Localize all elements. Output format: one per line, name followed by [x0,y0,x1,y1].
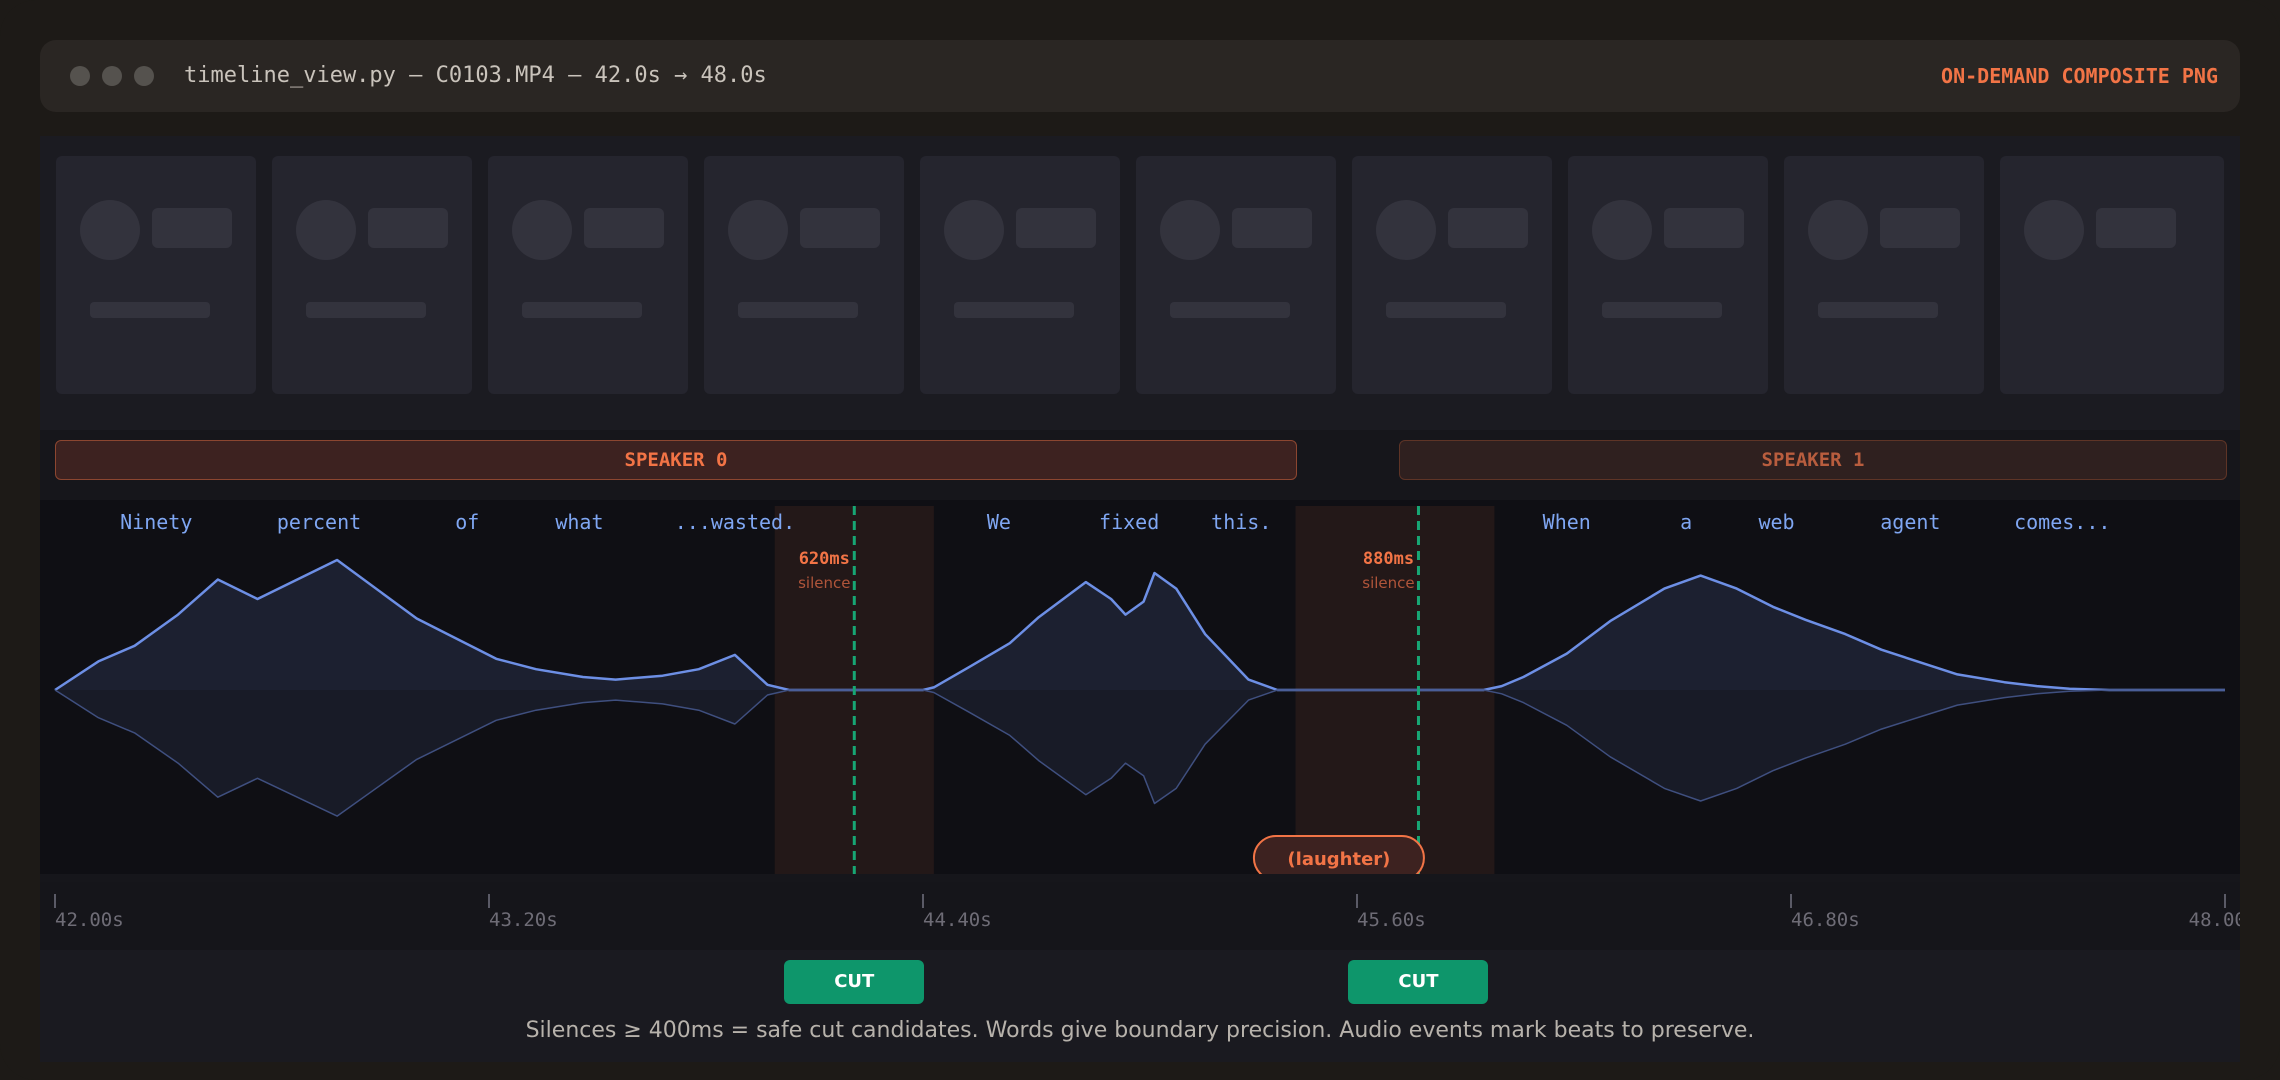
thumbnail-line-placeholder [1602,302,1722,318]
ruler-tick-label: 42.00s [55,909,124,931]
speaker-0-track[interactable]: SPEAKER 0 [55,440,1297,480]
frame-thumbnail[interactable] [920,156,1120,394]
ruler-tick-label: 43.20s [489,909,558,931]
waveform-lower-fill [55,690,2225,817]
frame-thumbnails-strip [40,136,2240,430]
transcript-word[interactable]: web [1758,510,1794,534]
cut-button[interactable]: CUT [1348,960,1489,1004]
frame-thumbnail[interactable] [1784,156,1984,394]
frame-thumbnail[interactable] [2000,156,2224,394]
ruler-tick-label: 46.80s [1791,909,1860,931]
ruler-tick-label: 48.00s [2189,909,2240,931]
frame-thumbnail[interactable] [272,156,472,394]
transcript-word[interactable]: fixed [1099,510,1159,534]
thumbnail-face-placeholder [944,200,1004,260]
time-ruler-svg: 42.00s 43.20s 44.40s 45.60s 46.80s 48.00s [54,894,2240,931]
close-window-button[interactable] [70,66,90,86]
audio-event-chip[interactable]: (laughter) [1252,835,1425,881]
thumbnail-face-placeholder [512,200,572,260]
transcript-word[interactable]: a [1680,510,1692,534]
thumbnail-line-placeholder [738,302,858,318]
thumbnail-face-placeholder [1808,200,1868,260]
transcript-word[interactable]: agent [1880,510,1940,534]
zoom-window-button[interactable] [134,66,154,86]
transcript-word[interactable]: of [455,510,479,534]
thumbnail-block-placeholder [152,208,232,248]
thumbnail-block-placeholder [368,208,448,248]
thumbnail-block-placeholder [2096,208,2176,248]
thumbnail-block-placeholder [1664,208,1744,248]
thumbnail-face-placeholder [1592,200,1652,260]
thumbnail-line-placeholder [1386,302,1506,318]
transcript-word[interactable]: this. [1211,510,1271,534]
thumbnail-line-placeholder [954,302,1074,318]
frame-thumbnail[interactable] [704,156,904,394]
minimize-window-button[interactable] [102,66,122,86]
silence-duration-label: 880ms [1363,549,1414,569]
ruler-tick-label: 45.60s [1357,909,1426,931]
thumbnail-line-placeholder [90,302,210,318]
thumbnail-line-placeholder [1170,302,1290,318]
footer-note: Silences ≥ 400ms = safe cut candidates. … [525,1018,1755,1043]
thumbnail-face-placeholder [296,200,356,260]
thumbnail-face-placeholder [1376,200,1436,260]
thumbnail-block-placeholder [1232,208,1312,248]
thumbnail-block-placeholder [584,208,664,248]
transcript-word[interactable]: We [987,510,1011,534]
thumbnail-face-placeholder [1160,200,1220,260]
window-title: timeline_view.py — C0103.MP4 — 42.0s → 4… [184,63,767,88]
transcript-word[interactable]: comes... [2014,510,2110,534]
transcript-word[interactable]: When [1543,510,1591,534]
ruler-tick-label: 44.40s [923,909,992,931]
cut-footer: Silences ≥ 400ms = safe cut candidates. … [40,950,2240,1062]
waveform-upper-fill [55,560,2225,690]
speaker-1-track[interactable]: SPEAKER 1 [1399,440,2227,480]
frame-thumbnail[interactable] [1352,156,1552,394]
thumbnail-face-placeholder [80,200,140,260]
thumbnail-block-placeholder [1448,208,1528,248]
composite-badge: ON-DEMAND COMPOSITE PNG [1941,64,2218,88]
transcript-word[interactable]: percent [277,510,361,534]
waveform-svg: 620ms silence 880ms silence Ninety percent of w… [54,506,2225,881]
transcript-word[interactable]: ...wasted. [675,510,795,534]
thumbnail-face-placeholder [728,200,788,260]
timeline-panel: SPEAKER 0 SPEAKER 1 620ms silence 880ms sil… [40,136,2240,1062]
waveform-track: 620ms silence 880ms silence Ninety percent of w… [40,500,2240,881]
silence-duration-label: 620ms [799,549,850,569]
frame-thumbnail[interactable] [1568,156,1768,394]
silence-caption: silence [798,574,850,592]
thumbnail-face-placeholder [2024,200,2084,260]
transcript-word[interactable]: what [555,510,603,534]
thumbnail-line-placeholder [306,302,426,318]
thumbnail-block-placeholder [1016,208,1096,248]
frame-thumbnail[interactable] [56,156,256,394]
frame-thumbnail[interactable] [488,156,688,394]
time-ruler: 42.00s 43.20s 44.40s 45.60s 46.80s 48.00s [40,882,2240,950]
frame-thumbnail[interactable] [1136,156,1336,394]
thumbnail-block-placeholder [800,208,880,248]
thumbnail-block-placeholder [1880,208,1960,248]
cut-button[interactable]: CUT [784,960,925,1004]
audio-event-label: (laughter) [1287,849,1390,870]
silence-caption: silence [1362,574,1414,592]
title-bar: timeline_view.py — C0103.MP4 — 42.0s → 4… [40,40,2240,112]
transcript-word[interactable]: Ninety [120,510,192,534]
thumbnail-line-placeholder [1818,302,1938,318]
thumbnail-line-placeholder [522,302,642,318]
app-window: timeline_view.py — C0103.MP4 — 42.0s → 4… [0,0,2280,1080]
